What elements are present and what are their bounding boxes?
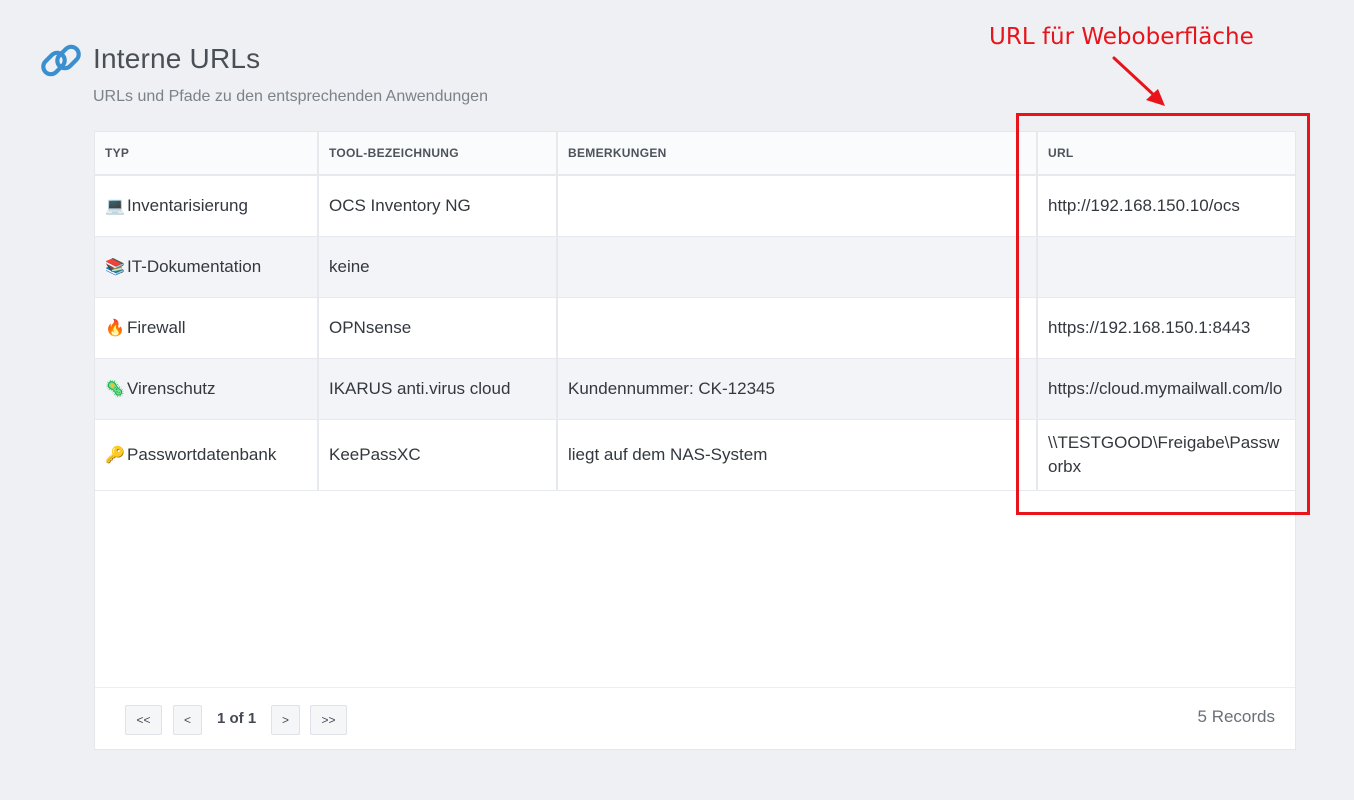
annotation-label: URL für Weboberfläche xyxy=(989,24,1254,50)
next-page-button[interactable]: > xyxy=(271,705,300,735)
typ-label: IT-Dokumentation xyxy=(127,257,262,276)
cell-tool: IKARUS anti.virus cloud xyxy=(318,358,558,420)
column-header-url[interactable]: URL xyxy=(1037,132,1295,176)
table-row[interactable]: 🔑 Passwortdatenbank KeePassXC liegt auf d… xyxy=(95,419,1295,491)
column-header-tool[interactable]: TOOL-BEZEICHNUNG xyxy=(318,132,558,176)
microbe-icon: 🦠 xyxy=(105,381,125,398)
records-count: 5 Records xyxy=(1197,707,1275,726)
prev-page-button[interactable]: < xyxy=(173,705,202,735)
laptop-icon: 💻 xyxy=(105,198,125,215)
page-indicator: 1 of 1 xyxy=(217,710,257,727)
first-page-button[interactable]: << xyxy=(125,705,162,735)
typ-label: Firewall xyxy=(127,318,186,337)
cell-tool: OCS Inventory NG xyxy=(318,175,558,237)
cell-tool: keine xyxy=(318,236,558,298)
cell-bemerkung xyxy=(557,297,1038,359)
column-header-bemerkungen[interactable]: BEMERKUNGEN xyxy=(557,132,1038,176)
last-page-button[interactable]: >> xyxy=(310,705,347,735)
cell-url[interactable] xyxy=(1037,236,1295,298)
cell-tool: OPNsense xyxy=(318,297,558,359)
page-title: Interne URLs xyxy=(93,43,261,74)
cell-bemerkung: Kundennummer: CK-12345 xyxy=(557,358,1038,420)
typ-label: Passwortdatenbank xyxy=(127,445,277,464)
cell-typ: 💻 Inventarisierung xyxy=(95,175,319,237)
table-row[interactable]: 📚 IT-Dokumentation keine xyxy=(95,236,1295,298)
link-icon xyxy=(41,44,81,77)
cell-url[interactable]: https://192.168.150.1:8443 xyxy=(1037,297,1295,359)
cell-tool: KeePassXC xyxy=(318,419,558,491)
cell-url[interactable]: \\TESTGOOD\Freigabe\Passworbx xyxy=(1037,419,1295,491)
urls-panel: TYP TOOL-BEZEICHNUNG BEMERKUNGEN URL 💻 In… xyxy=(94,131,1296,750)
cell-typ: 📚 IT-Dokumentation xyxy=(95,236,319,298)
column-header-typ[interactable]: TYP xyxy=(95,132,319,176)
typ-label: Virenschutz xyxy=(127,379,216,398)
cell-url[interactable]: https://cloud.mymailwall.com/lo xyxy=(1037,358,1295,420)
cell-typ: 🦠 Virenschutz xyxy=(95,358,319,420)
cell-bemerkung xyxy=(557,236,1038,298)
table-row[interactable]: 💻 Inventarisierung OCS Inventory NG http:… xyxy=(95,175,1295,237)
urls-table: TYP TOOL-BEZEICHNUNG BEMERKUNGEN URL 💻 In… xyxy=(95,132,1295,491)
cell-typ: 🔥 Firewall xyxy=(95,297,319,359)
cell-bemerkung xyxy=(557,175,1038,237)
cell-url[interactable]: http://192.168.150.10/ocs xyxy=(1037,175,1295,237)
table-row[interactable]: 🦠 Virenschutz IKARUS anti.virus cloud Kun… xyxy=(95,358,1295,420)
cell-bemerkung: liegt auf dem NAS-System xyxy=(557,419,1038,491)
pagination-bar: << < 1 of 1 > >> 5 Records xyxy=(95,687,1295,749)
table-header-row: TYP TOOL-BEZEICHNUNG BEMERKUNGEN URL xyxy=(95,132,1295,176)
fire-icon: 🔥 xyxy=(105,320,125,337)
annotation-arrow-icon xyxy=(1112,56,1165,106)
key-icon: 🔑 xyxy=(105,447,125,464)
books-icon: 📚 xyxy=(105,259,125,276)
cell-typ: 🔑 Passwortdatenbank xyxy=(95,419,319,491)
typ-label: Inventarisierung xyxy=(127,196,248,215)
page-subtitle: URLs und Pfade zu den entsprechenden Anw… xyxy=(93,88,488,105)
table-row[interactable]: 🔥 Firewall OPNsense https://192.168.150.1… xyxy=(95,297,1295,359)
